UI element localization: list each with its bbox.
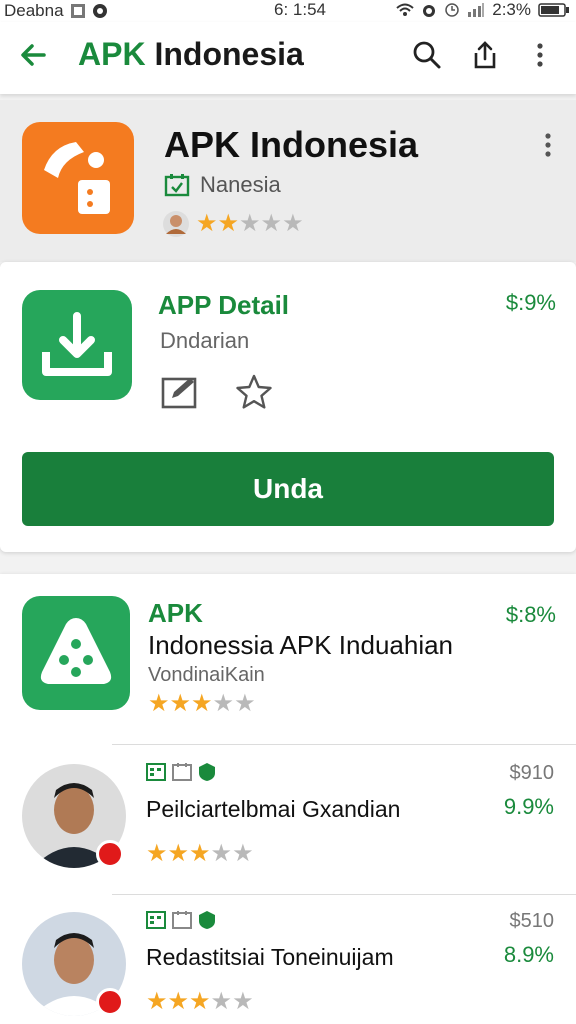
list-item-price: $510 bbox=[509, 910, 555, 932]
rating-star-icon: ★ bbox=[167, 840, 190, 867]
calendar-badge-icon bbox=[146, 911, 166, 929]
triangle-dots-icon bbox=[40, 618, 112, 684]
phone-puzzle-icon bbox=[44, 142, 110, 214]
app-name: APK Indonesia bbox=[164, 124, 419, 165]
rating-star-icon: ★ bbox=[189, 988, 211, 1015]
list-item-name: Peilciartelbmai Gxandian bbox=[146, 796, 401, 822]
carrier-label: Deabna bbox=[4, 1, 64, 20]
hero-stars: ★★★★★ bbox=[196, 212, 304, 236]
search-icon[interactable] bbox=[412, 40, 442, 70]
rating-star-icon: ★ bbox=[148, 690, 170, 717]
install-button[interactable]: Unda bbox=[22, 452, 554, 526]
notification-icon bbox=[92, 4, 107, 18]
calendar-badge-icon bbox=[164, 174, 190, 197]
shield-icon bbox=[199, 763, 215, 781]
more-vert-icon[interactable] bbox=[530, 40, 550, 70]
rating-star-icon: ★ bbox=[210, 840, 233, 867]
rating-star-icon: ★ bbox=[260, 210, 283, 237]
page-title-rest: Indonesia bbox=[145, 36, 304, 72]
rating-star-icon: ★ bbox=[232, 840, 254, 867]
alarm-icon bbox=[423, 5, 436, 17]
list-item-name: Redastitsiai Toneinuijam bbox=[146, 944, 394, 970]
app-detail-card: APP Detail Dndarian $:9% Unda bbox=[0, 262, 576, 552]
badge-icons bbox=[146, 762, 216, 782]
signal-icon bbox=[468, 3, 485, 17]
list-item[interactable]: Redastitsiai Toneinuijam ★★★★★ $510 8.9% bbox=[0, 894, 576, 1024]
badge-icons bbox=[146, 910, 216, 930]
list-item-stars: ★★★★★ bbox=[146, 842, 254, 866]
rating-star-icon: ★ bbox=[217, 210, 240, 237]
battery-percent: 2:3% bbox=[492, 0, 531, 19]
app-header: APK Indonesia Nanesia ★★★★★ bbox=[0, 100, 576, 262]
calendar-badge-icon bbox=[172, 763, 192, 781]
rating-star-icon: ★ bbox=[191, 690, 213, 717]
page-title: APK Indonesia bbox=[78, 36, 304, 73]
rating-star-icon: ★ bbox=[196, 210, 218, 237]
divider bbox=[112, 744, 576, 745]
back-arrow-icon[interactable] bbox=[18, 40, 48, 70]
list-item-percent: 8.9% bbox=[503, 942, 554, 967]
clock-icon bbox=[445, 3, 459, 17]
calendar-badge-icon bbox=[146, 763, 166, 781]
share-icon[interactable] bbox=[470, 40, 500, 70]
sim-icon bbox=[70, 4, 85, 18]
star-outline-icon[interactable] bbox=[234, 372, 274, 412]
rating-star-icon: ★ bbox=[212, 690, 235, 717]
status-bar: Deabna 6: 1:54 2:3% bbox=[0, 0, 576, 22]
page-title-accent: APK bbox=[78, 36, 146, 72]
listing-stars: ★★★★★ bbox=[148, 692, 256, 716]
listing-price: $:8% bbox=[505, 602, 556, 627]
app-icon bbox=[22, 122, 134, 234]
listing-subtitle: VondinaiKain bbox=[148, 664, 265, 686]
rating-star-icon: ★ bbox=[239, 210, 261, 237]
rating-star-icon: ★ bbox=[146, 988, 168, 1015]
listing-title[interactable]: Indonessia APK Induahian bbox=[148, 630, 453, 661]
detail-subtitle: Dndarian bbox=[160, 328, 250, 353]
developer-name: Nanesia bbox=[200, 172, 281, 197]
battery-icon bbox=[538, 3, 569, 17]
shield-icon bbox=[199, 911, 215, 929]
app-more-icon[interactable] bbox=[538, 130, 558, 160]
rating-star-icon: ★ bbox=[234, 690, 256, 717]
detail-heading: APP Detail bbox=[158, 290, 290, 320]
developer-line[interactable]: Nanesia bbox=[164, 172, 281, 198]
app-bar: APK Indonesia bbox=[0, 22, 576, 94]
rating-star-icon: ★ bbox=[146, 840, 168, 867]
listing-card: APK Indonessia APK Induahian VondinaiKai… bbox=[0, 574, 576, 1024]
list-item-stars: ★★★★★ bbox=[146, 990, 254, 1014]
listing-heading: APK bbox=[148, 598, 203, 628]
rating-star-icon: ★ bbox=[210, 988, 233, 1015]
apk-app-icon[interactable] bbox=[22, 596, 130, 710]
rating-star-icon: ★ bbox=[169, 690, 192, 717]
list-item[interactable]: Peilciartelbmai Gxandian ★★★★★ $910 9.9% bbox=[0, 746, 576, 876]
avatar-icon bbox=[163, 211, 189, 237]
list-item-price: $910 bbox=[509, 762, 555, 784]
edit-icon[interactable] bbox=[160, 372, 200, 412]
rating-star-icon: ★ bbox=[282, 210, 304, 237]
rating-star-icon: ★ bbox=[189, 840, 211, 867]
status-time: 6: 1:54 bbox=[274, 0, 326, 19]
detail-price: $:9% bbox=[505, 290, 556, 315]
status-dot bbox=[96, 840, 124, 868]
status-dot bbox=[96, 988, 124, 1016]
list-item-percent: 9.9% bbox=[503, 794, 554, 819]
download-icon bbox=[42, 312, 112, 376]
wifi-icon bbox=[396, 3, 414, 16]
rating-star-icon: ★ bbox=[232, 988, 254, 1015]
app-rating: ★★★★★ bbox=[162, 210, 304, 238]
rating-star-icon: ★ bbox=[167, 988, 190, 1015]
download-app-icon bbox=[22, 290, 132, 400]
calendar-badge-icon bbox=[172, 911, 192, 929]
